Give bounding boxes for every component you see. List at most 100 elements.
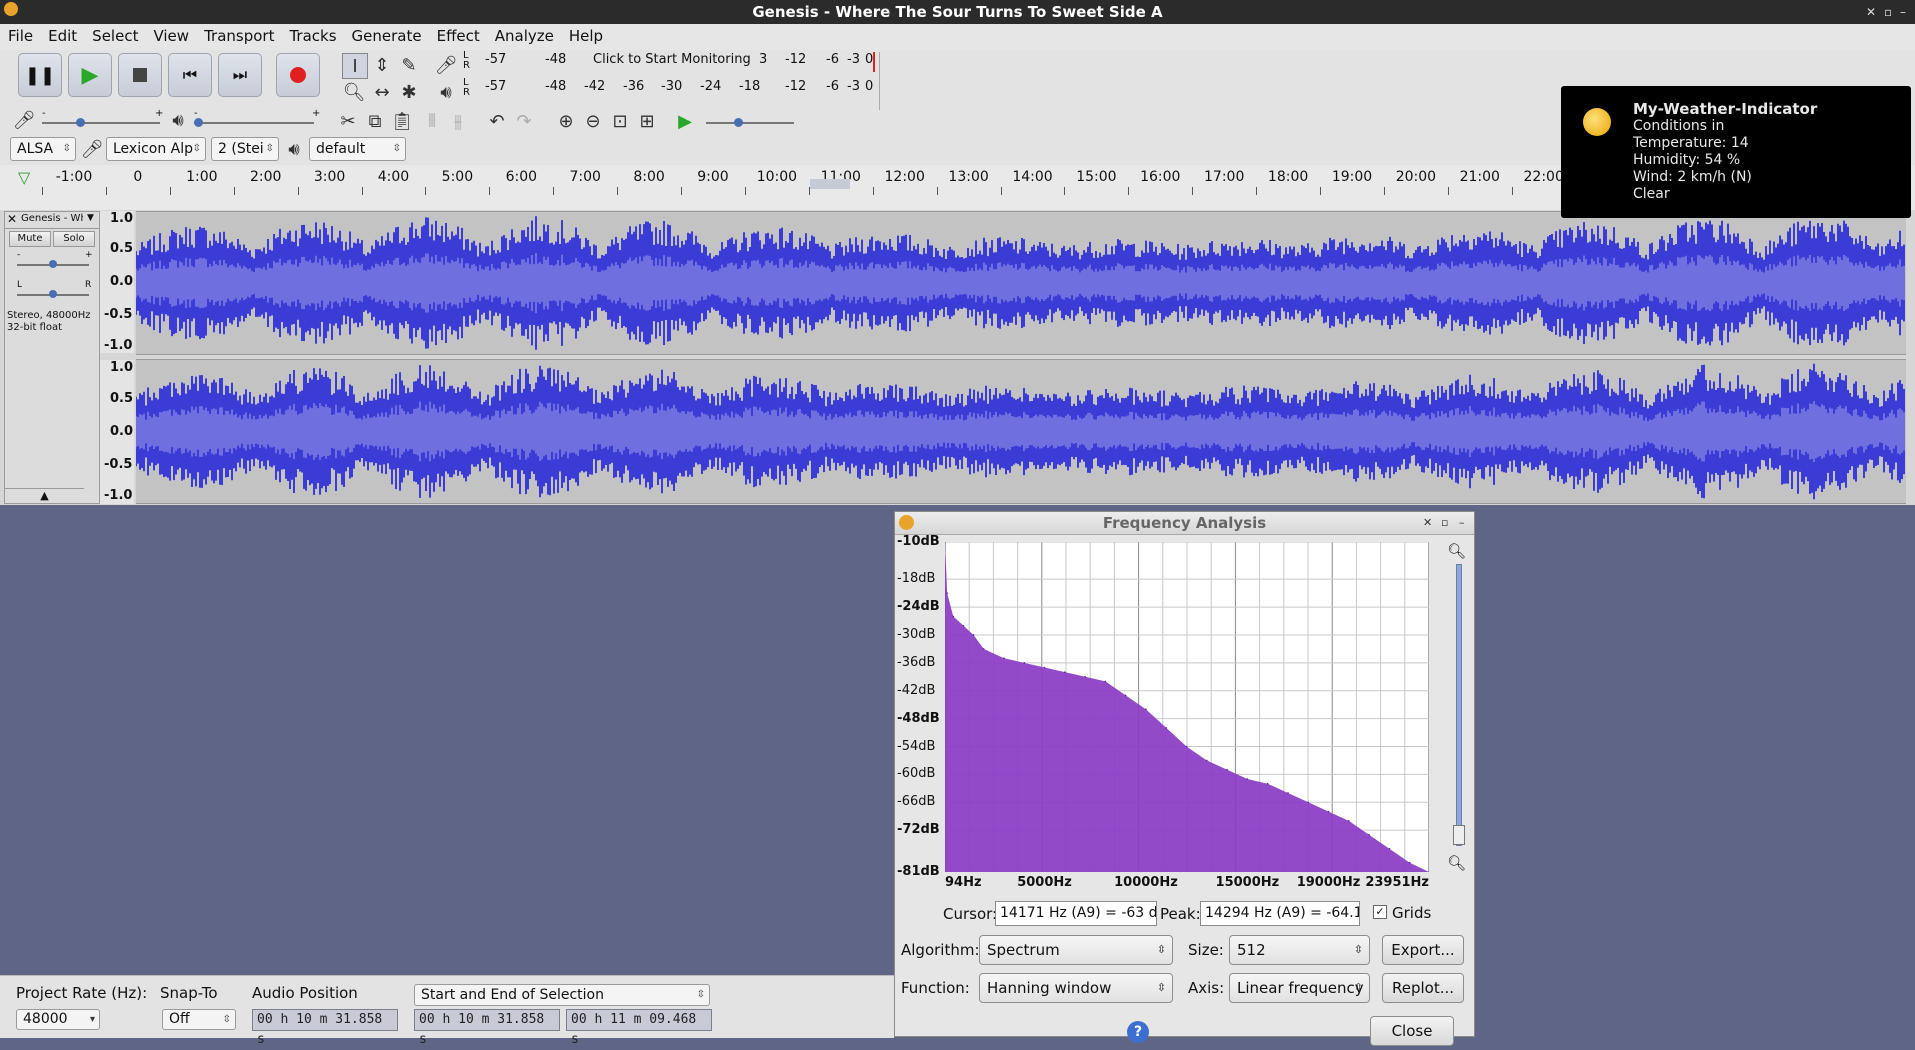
- selection-mode-select[interactable]: Start and End of Selection ⇳: [414, 984, 710, 1006]
- spectrum-plot[interactable]: [945, 542, 1429, 872]
- track-pan-slider[interactable]: [17, 290, 89, 298]
- recording-channels-select[interactable]: 2 (Stei ⇳: [211, 137, 279, 161]
- dialog-title-bar[interactable]: Frequency Analysis ✕ ▫ –: [895, 512, 1474, 535]
- dialog-minimize-icon[interactable]: –: [1459, 512, 1465, 534]
- close-track-icon[interactable]: ✕: [7, 212, 17, 226]
- cut-icon[interactable]: ✂: [336, 109, 360, 133]
- recording-device-select[interactable]: Lexicon Alp ⇳: [106, 137, 206, 161]
- click-to-start-monitoring[interactable]: Click to Start Monitoring: [593, 52, 751, 67]
- vertical-zoom-thumb[interactable]: [1453, 825, 1465, 845]
- zoom-tool-icon[interactable]: 🔍︎: [342, 80, 366, 104]
- silence-audio-icon[interactable]: ⫵: [446, 109, 470, 133]
- mute-button[interactable]: Mute: [9, 231, 51, 247]
- audio-host-select[interactable]: ALSA ⇳: [10, 137, 76, 161]
- menu-transport[interactable]: Transport: [196, 24, 281, 45]
- collapse-track-icon[interactable]: ▲: [5, 488, 84, 504]
- playback-device-select[interactable]: default ⇳: [309, 137, 406, 161]
- grids-checkbox[interactable]: ✓: [1373, 905, 1387, 919]
- playback-volume-thumb[interactable]: [194, 118, 203, 127]
- ruler-tick-mark: [425, 187, 427, 195]
- stop-button[interactable]: [118, 53, 162, 97]
- track-name-bar[interactable]: ✕ Genesis - Wh ▼: [5, 212, 99, 229]
- multi-tool-icon[interactable]: ✱: [397, 80, 421, 104]
- db-tick-label: -54dB: [897, 738, 936, 754]
- copy-icon[interactable]: ⧉: [363, 109, 387, 133]
- menu-help[interactable]: Help: [561, 24, 610, 45]
- solo-button[interactable]: Solo: [53, 231, 95, 247]
- skip-to-start-button[interactable]: ⏮: [168, 53, 212, 97]
- record-meter-mic-icon[interactable]: 🎤︎: [434, 53, 458, 77]
- menu-file[interactable]: File: [0, 24, 40, 45]
- envelope-tool-icon[interactable]: ⇕: [370, 53, 394, 77]
- spectrum-point: [972, 634, 975, 636]
- play-button[interactable]: ▶: [68, 53, 112, 97]
- recording-volume-slider[interactable]: [42, 118, 160, 127]
- track-name[interactable]: Genesis - Wh: [21, 213, 83, 224]
- dialog-maximize-icon[interactable]: ▫: [1441, 512, 1448, 534]
- track-pan-thumb[interactable]: [49, 290, 57, 298]
- project-rate-select[interactable]: 48000 ▾: [16, 1009, 100, 1030]
- selection-region-marker[interactable]: [810, 179, 850, 189]
- menu-tracks[interactable]: Tracks: [281, 24, 343, 45]
- ruler-tick-label: 6:00: [505, 169, 538, 185]
- menu-view[interactable]: View: [145, 24, 196, 45]
- pause-button[interactable]: ❚❚: [18, 53, 62, 97]
- close-window-icon[interactable]: ✕: [1866, 0, 1876, 24]
- fit-project-icon[interactable]: ⊞: [635, 109, 659, 133]
- playback-volume-slider[interactable]: [194, 118, 314, 127]
- record-meter[interactable]: LR -57 -48 Click to Start Monitoring 3 -…: [463, 51, 883, 72]
- menu-effect[interactable]: Effect: [429, 24, 487, 45]
- spectrum-point: [1185, 745, 1188, 748]
- zoom-out-icon[interactable]: 🔍︎: [1447, 854, 1466, 872]
- minimize-window-icon[interactable]: –: [1900, 0, 1906, 24]
- algorithm-select[interactable]: Spectrum ⇳: [979, 935, 1173, 965]
- help-button[interactable]: ?: [1127, 1021, 1149, 1043]
- waveform-left-channel[interactable]: [136, 211, 1906, 355]
- peak-readout[interactable]: 14294 Hz (A9) = -64.1 dB: [1200, 901, 1360, 926]
- selection-tool-icon[interactable]: I: [342, 53, 368, 79]
- menu-select[interactable]: Select: [84, 24, 145, 45]
- maximize-window-icon[interactable]: ▫: [1884, 0, 1892, 24]
- play-at-speed-thumb[interactable]: [734, 118, 743, 127]
- axis-select[interactable]: Linear frequency ⇳: [1229, 973, 1370, 1003]
- redo-icon[interactable]: ↷: [512, 109, 536, 133]
- play-at-speed-icon[interactable]: ▶: [673, 109, 697, 133]
- selection-end-time[interactable]: 00 h 11 m 09.468 s: [566, 1009, 712, 1047]
- menu-generate[interactable]: Generate: [344, 24, 429, 45]
- playback-meter-speaker-icon[interactable]: 🔊︎: [434, 80, 458, 104]
- menu-edit[interactable]: Edit: [40, 24, 84, 45]
- ruler-tick-label: 2:00: [249, 169, 282, 185]
- function-select[interactable]: Hanning window ⇳: [979, 973, 1173, 1003]
- skip-to-end-button[interactable]: ⏭: [218, 53, 262, 97]
- selection-start-time[interactable]: 00 h 10 m 31.858 s: [414, 1009, 560, 1047]
- paste-icon[interactable]: 📋︎: [390, 109, 414, 133]
- track-menu-chevron-icon[interactable]: ▼: [87, 213, 94, 223]
- db-tick-label: -42dB: [897, 682, 936, 698]
- track-gain-thumb[interactable]: [49, 260, 57, 268]
- playback-meter[interactable]: LR -57 -48 -42 -36 -30 -24 -18 -12 -6 -3…: [463, 78, 883, 99]
- zoom-out-icon[interactable]: ⊖: [581, 109, 605, 133]
- trim-audio-icon[interactable]: ⫴: [420, 109, 444, 133]
- snap-to-select[interactable]: Off ⇳: [162, 1009, 236, 1030]
- zoom-in-icon[interactable]: ⊕: [554, 109, 578, 133]
- export-button[interactable]: Export...: [1382, 935, 1464, 965]
- cursor-readout[interactable]: 14171 Hz (A9) = -63 dB: [995, 901, 1157, 926]
- undo-icon[interactable]: ↶: [485, 109, 509, 133]
- record-button[interactable]: [276, 53, 320, 97]
- vertical-zoom-slider[interactable]: [1453, 564, 1465, 846]
- size-select[interactable]: 512 ⇳: [1229, 935, 1370, 965]
- menu-analyze[interactable]: Analyze: [487, 24, 561, 45]
- zoom-in-icon[interactable]: 🔍︎: [1447, 542, 1466, 560]
- draw-tool-icon[interactable]: ✎: [397, 53, 421, 77]
- waveform-right-channel[interactable]: [136, 359, 1906, 504]
- time-shift-tool-icon[interactable]: ↔: [370, 80, 394, 104]
- fit-selection-icon[interactable]: ⊡: [608, 109, 632, 133]
- play-head-green-triangle-icon[interactable]: ▽: [18, 168, 30, 187]
- recording-volume-thumb[interactable]: [76, 118, 85, 127]
- track-gain-slider[interactable]: [17, 260, 89, 268]
- dialog-close-icon[interactable]: ✕: [1423, 512, 1432, 534]
- audio-position-time[interactable]: 00 h 10 m 31.858 s: [252, 1009, 398, 1047]
- play-at-speed-slider[interactable]: [706, 118, 794, 127]
- close-button[interactable]: Close: [1370, 1016, 1454, 1046]
- replot-button[interactable]: Replot...: [1382, 973, 1464, 1003]
